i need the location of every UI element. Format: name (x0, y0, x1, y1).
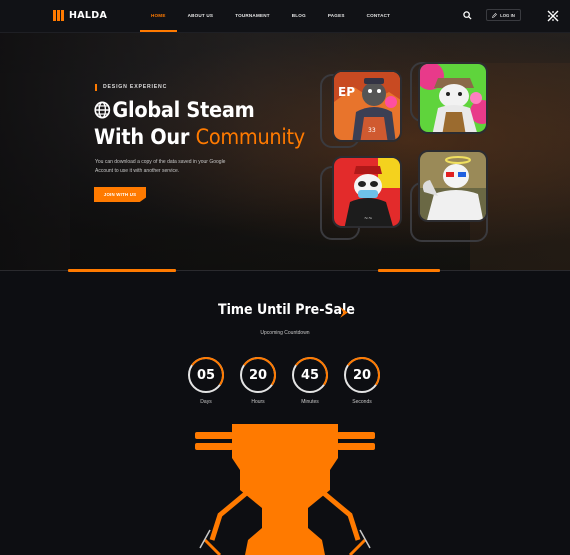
robot-illustration (195, 424, 375, 555)
countdown-hours: 20 (240, 357, 276, 393)
main-menu: HOME ABOUT US TOURNAMENT BLOG PAGES CONT… (140, 0, 401, 32)
countdown-days-label: Days (200, 399, 212, 405)
hero-slider-tab[interactable] (68, 269, 176, 272)
nft-artwork-angel (420, 152, 486, 220)
countdown-seconds-label: Seconds (352, 399, 372, 405)
countdown-hours-label: Hours (251, 399, 265, 405)
nav-about-us[interactable]: ABOUT US (177, 0, 225, 32)
top-navbar: HALDA HOME ABOUT US TOURNAMENT BLOG PAGE… (0, 0, 570, 33)
nft-artwork-bear: EP 33 (334, 72, 400, 140)
countdown-minutes: 45 (292, 357, 328, 393)
nft-card[interactable]: ~~ (332, 156, 402, 228)
nav-contact[interactable]: CONTACT (356, 0, 402, 32)
svg-text:33: 33 (368, 127, 376, 134)
nav-pages[interactable]: PAGES (317, 0, 356, 32)
hero-description: You can download a copy of the data save… (95, 159, 226, 174)
logo-text: HALDA (69, 10, 108, 21)
login-label: LOG IN (500, 12, 515, 18)
nft-artwork-dog (420, 64, 486, 132)
hero-title-line1: Global Steam (112, 98, 255, 122)
search-icon[interactable] (463, 11, 472, 20)
nft-artwork-panda: ~~ (334, 158, 400, 226)
countdown-subtitle: Upcoming Countdown (260, 330, 310, 336)
countdown-seconds: 20 (344, 357, 380, 393)
menu-icon[interactable] (547, 10, 559, 22)
nav-home[interactable]: HOME (140, 0, 177, 32)
chevron-right-icon (340, 307, 348, 318)
countdown-title: Time Until Pre-Sale (218, 302, 355, 318)
hero-eyebrow: DESIGN EXPERIENC (95, 84, 167, 91)
logo[interactable]: HALDA (53, 10, 107, 21)
svg-text:EP: EP (338, 85, 355, 99)
hero-title: Global Steam With Our Community (94, 97, 306, 151)
countdown-minutes-label: Minutes (301, 399, 319, 405)
logo-icon (53, 10, 65, 21)
globe-icon (94, 101, 111, 119)
pencil-icon (492, 12, 498, 18)
nft-card[interactable] (418, 150, 488, 222)
countdown-days: 05 (188, 357, 224, 393)
nav-tournament[interactable]: TOURNAMENT (224, 0, 281, 32)
svg-text:~~: ~~ (364, 216, 372, 222)
hero-title-line2: With Our (94, 125, 196, 149)
login-button[interactable]: LOG IN (486, 9, 521, 21)
hero-title-accent: Community (195, 125, 306, 149)
hero-slider-tab[interactable] (378, 269, 440, 272)
nft-card[interactable] (418, 62, 488, 134)
nav-blog[interactable]: BLOG (281, 0, 317, 32)
nft-card[interactable]: EP 33 (332, 70, 402, 142)
join-button[interactable]: JOIN WITH US (94, 187, 146, 202)
